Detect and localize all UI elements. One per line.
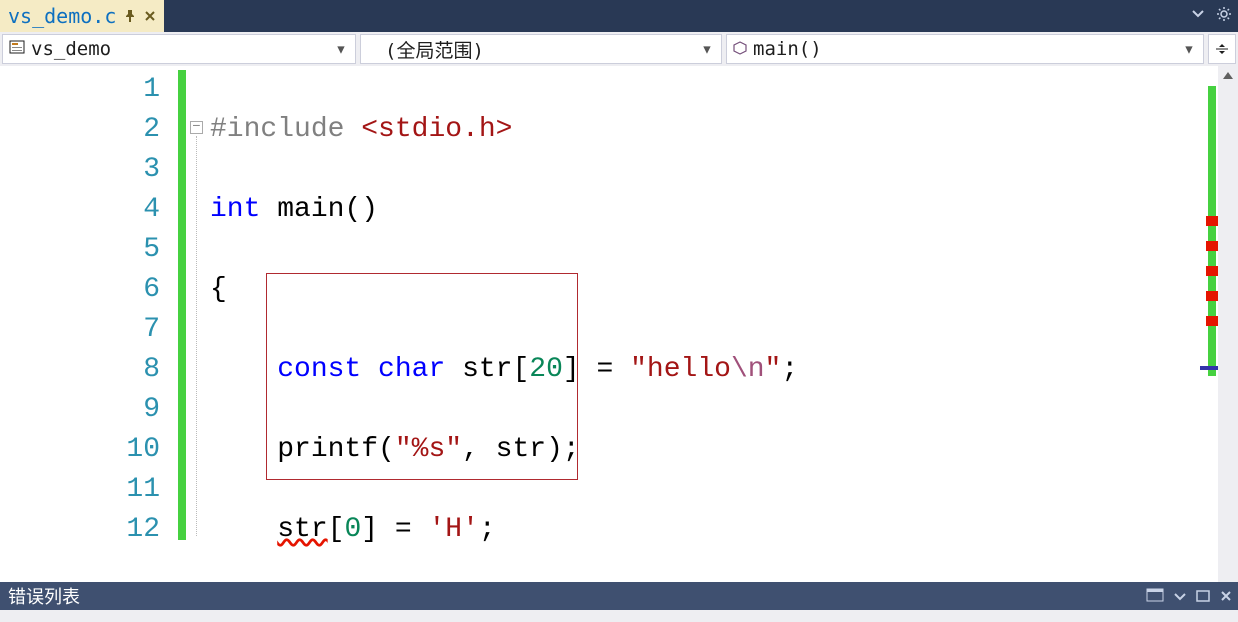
scope-dropdown-label: (全局范围) xyxy=(385,36,693,63)
error-marker-icon[interactable] xyxy=(1206,266,1218,276)
code-editor[interactable]: 1 2 3 4 5 6 7 8 9 10 11 12 − #include <s… xyxy=(0,66,1238,582)
project-dropdown-label: vs_demo xyxy=(31,38,327,60)
code-token: " xyxy=(630,354,647,385)
error-marker-icon[interactable] xyxy=(1206,241,1218,251)
project-dropdown[interactable]: vs_demo ▾ xyxy=(2,34,356,64)
code-token: ] = xyxy=(563,354,630,385)
code-token: [ xyxy=(328,514,345,545)
code-token: { xyxy=(210,274,227,305)
chevron-down-icon: ▾ xyxy=(699,38,715,60)
code-token: ; xyxy=(479,514,496,545)
split-window-button[interactable] xyxy=(1208,34,1236,64)
gear-icon[interactable] xyxy=(1216,6,1232,22)
document-tab-bar: vs_demo.c xyxy=(0,0,1238,32)
scope-dropdown[interactable]: (全局范围) ▾ xyxy=(360,34,722,64)
fold-guide-line xyxy=(196,136,197,536)
error-marker-icon[interactable] xyxy=(1206,316,1218,326)
chevron-down-icon: ▾ xyxy=(333,38,349,60)
fold-column: − xyxy=(188,66,210,582)
fold-collapse-icon[interactable]: − xyxy=(190,121,203,134)
code-token: ] = xyxy=(361,514,428,545)
overview-ruler[interactable] xyxy=(1200,66,1218,582)
error-marker-icon[interactable] xyxy=(1206,291,1218,301)
chevron-down-icon: ▾ xyxy=(1181,38,1197,60)
line-number: 8 xyxy=(0,350,160,390)
file-tab-label: vs_demo.c xyxy=(8,4,116,28)
overview-change-marker xyxy=(1208,86,1216,376)
code-token: str[ xyxy=(445,354,529,385)
close-panel-icon[interactable] xyxy=(1220,586,1232,607)
code-content[interactable]: #include <stdio.h> int main() { const ch… xyxy=(210,66,1200,582)
function-dropdown-label: main() xyxy=(753,38,1175,60)
code-token: " xyxy=(765,354,782,385)
code-token: printf( xyxy=(277,434,395,465)
code-token: const xyxy=(277,354,361,385)
line-number-gutter: 1 2 3 4 5 6 7 8 9 10 11 12 xyxy=(0,66,178,582)
window-menu-arrow-icon[interactable] xyxy=(1192,9,1204,19)
code-token: #include xyxy=(210,114,361,145)
line-number: 12 xyxy=(0,510,160,550)
line-number: 10 xyxy=(0,430,160,470)
line-number: 4 xyxy=(0,190,160,230)
code-token: main() xyxy=(260,194,378,225)
code-token: \n xyxy=(731,354,765,385)
vertical-scrollbar[interactable] xyxy=(1218,66,1238,582)
code-token: <stdio.h> xyxy=(361,114,512,145)
error-list-title: 错误列表 xyxy=(8,583,80,609)
line-number: 6 xyxy=(0,270,160,310)
code-token: int xyxy=(210,194,260,225)
method-icon xyxy=(733,38,747,60)
maximize-panel-icon[interactable] xyxy=(1196,586,1210,607)
line-number: 3 xyxy=(0,150,160,190)
project-icon xyxy=(9,38,25,60)
code-token: 'H' xyxy=(428,514,478,545)
window-position-icon[interactable] xyxy=(1174,586,1186,607)
code-token: 20 xyxy=(529,354,563,385)
code-token: "%s" xyxy=(395,434,462,465)
code-error-token: str xyxy=(277,514,327,545)
file-tab-active[interactable]: vs_demo.c xyxy=(0,0,164,32)
line-number: 1 xyxy=(0,70,160,110)
error-list-panel-header[interactable]: 错误列表 xyxy=(0,582,1238,610)
line-number: 2 xyxy=(0,110,160,150)
line-number: 5 xyxy=(0,230,160,270)
code-token: 0 xyxy=(344,514,361,545)
close-icon[interactable] xyxy=(144,10,156,22)
line-number: 11 xyxy=(0,470,160,510)
navigation-bar: vs_demo ▾ (全局范围) ▾ main() ▾ xyxy=(0,32,1238,66)
error-marker-icon[interactable] xyxy=(1206,216,1218,226)
code-token: , str); xyxy=(462,434,580,465)
panel-options-icon[interactable] xyxy=(1146,586,1164,607)
function-dropdown[interactable]: main() ▾ xyxy=(726,34,1204,64)
pin-icon[interactable] xyxy=(124,10,136,22)
change-indicator-bar xyxy=(178,66,188,582)
error-list-body xyxy=(0,610,1238,622)
line-number: 9 xyxy=(0,390,160,430)
code-token: hello xyxy=(647,354,731,385)
code-token: ; xyxy=(781,354,798,385)
code-token: char xyxy=(378,354,445,385)
line-number: 7 xyxy=(0,310,160,350)
scroll-up-icon[interactable] xyxy=(1223,72,1233,79)
change-marker-green xyxy=(178,70,186,540)
caret-marker-icon xyxy=(1200,366,1218,370)
